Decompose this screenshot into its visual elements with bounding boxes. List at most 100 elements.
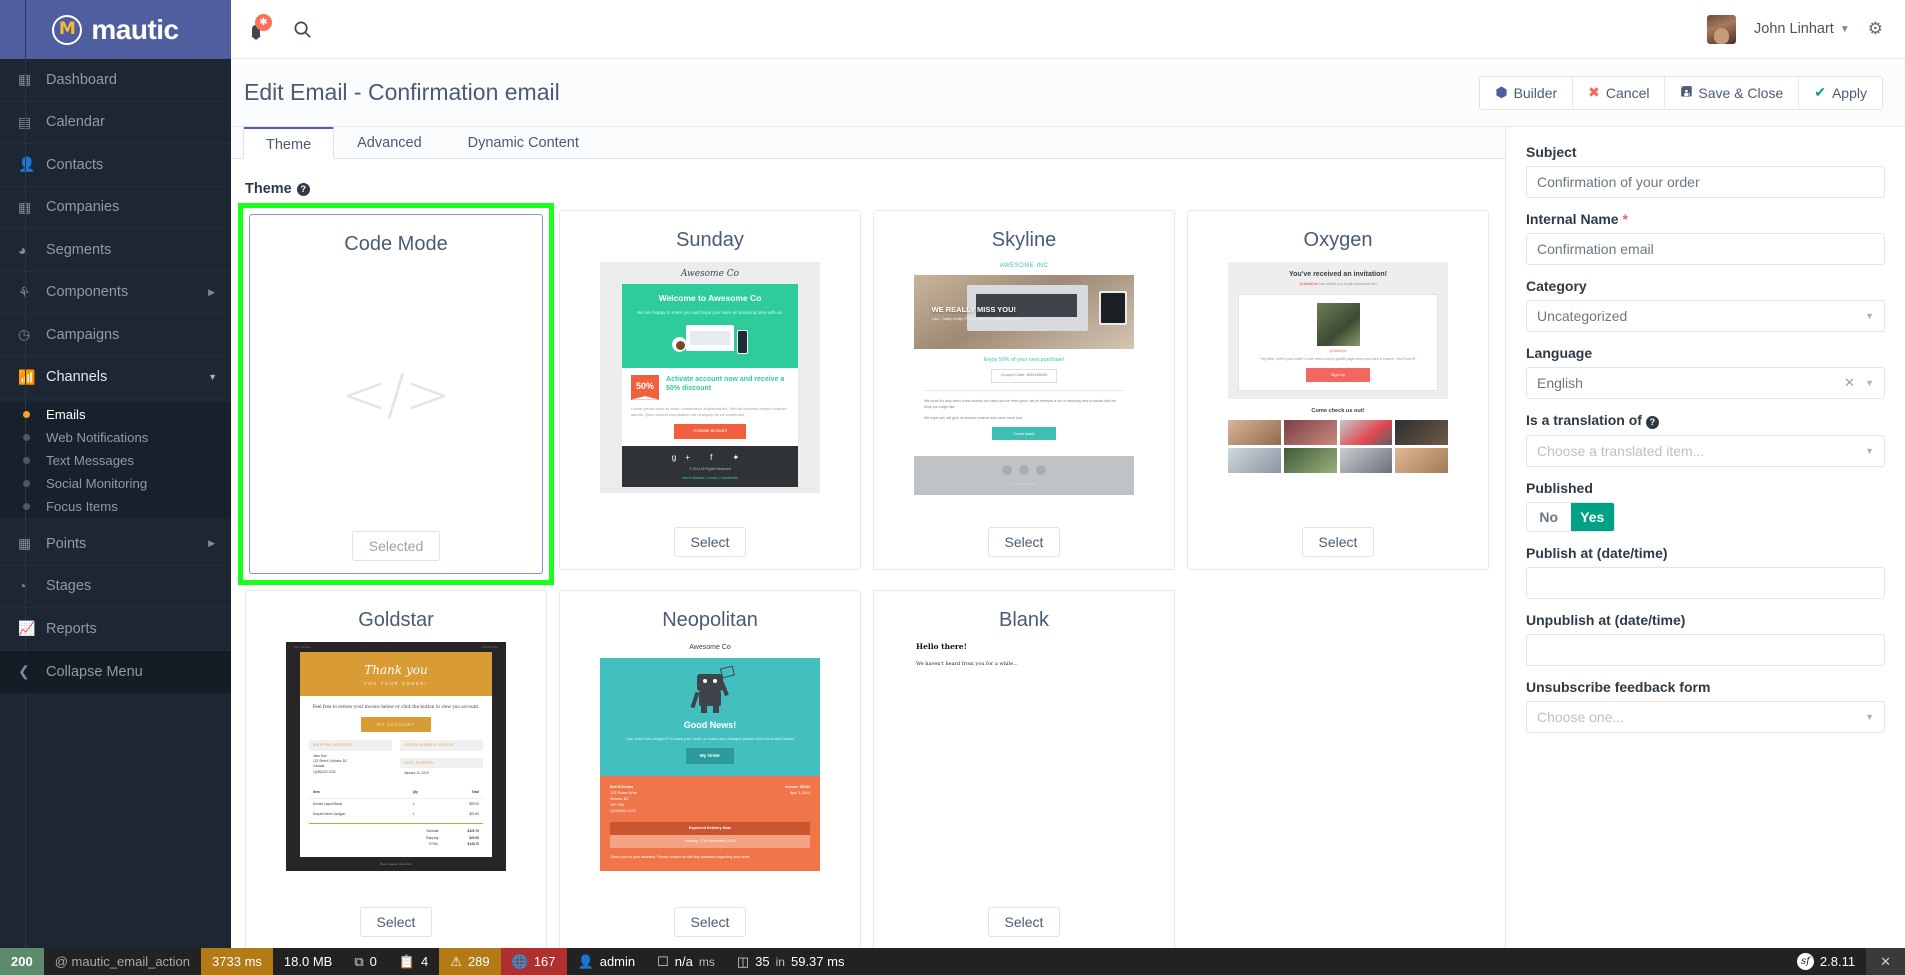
- tab-theme[interactable]: Theme: [243, 127, 335, 159]
- sidebar-item-focus-items[interactable]: Focus Items: [0, 495, 231, 518]
- chevron-down-icon[interactable]: ▼: [1840, 24, 1850, 35]
- close-icon: ✕: [1880, 953, 1891, 969]
- sidebar-item-contacts[interactable]: 👤 Contacts: [0, 144, 231, 187]
- sidebar-item-reports[interactable]: 📈 Reports: [0, 608, 231, 651]
- sidebar-item-text-messages[interactable]: Text Messages: [0, 449, 231, 472]
- tab-dynamic-content[interactable]: Dynamic Content: [445, 127, 602, 158]
- sidebar-item-dashboard[interactable]: ▦ Dashboard: [0, 59, 231, 102]
- theme-name: Neopolitan: [662, 609, 758, 631]
- twitter-icon: [1001, 465, 1012, 476]
- profiler-exceptions[interactable]: ⚠ 289: [439, 948, 501, 975]
- clipboard-count: 4: [421, 954, 429, 969]
- profiler-version[interactable]: sf 2.8.11: [1786, 948, 1866, 975]
- internal-name-input[interactable]: [1526, 233, 1885, 265]
- sidebar-item-calendar[interactable]: ▤ Calendar: [0, 102, 231, 144]
- topbar-right: John Linhart ▼ ⚙: [1707, 14, 1905, 44]
- category-value: Uncategorized: [1537, 308, 1628, 324]
- sidebar-item-label: Components: [46, 284, 129, 301]
- chevron-down-icon: ▼: [208, 372, 217, 383]
- profiler-memory[interactable]: 18.0 MB: [273, 948, 343, 975]
- theme-card-code-mode[interactable]: Code Mode </> Selected: [238, 203, 554, 585]
- profiler-close-button[interactable]: ✕: [1866, 948, 1905, 975]
- thumb-p1: We know it's only been a few months but …: [924, 398, 1116, 409]
- sidebar-item-social-monitoring[interactable]: Social Monitoring: [0, 472, 231, 495]
- search-icon[interactable]: [293, 20, 312, 39]
- profiler-database[interactable]: ◫ 35 in 59.37 ms: [726, 948, 856, 975]
- theme-select-button[interactable]: Select: [673, 907, 747, 937]
- clipboard-icon: 📋: [398, 953, 416, 969]
- collapse-menu-button[interactable]: ❮ Collapse Menu: [0, 650, 231, 693]
- profiler-render[interactable]: ☐ n/a ms: [646, 948, 726, 975]
- render-value: n/a: [674, 954, 693, 969]
- profiler-clipboard[interactable]: 📋 4: [388, 948, 439, 975]
- profiler-user[interactable]: 👤 admin: [567, 948, 647, 975]
- thumb-sub: Your order has shipped! To track your or…: [625, 735, 795, 741]
- published-yes-option[interactable]: Yes: [1570, 502, 1614, 531]
- profiler-route[interactable]: @ mautic_email_action: [44, 948, 201, 975]
- theme-select-button[interactable]: Select: [987, 907, 1061, 937]
- unpublish-at-input[interactable]: [1526, 633, 1885, 666]
- chevron-down-icon: ▼: [1865, 311, 1874, 321]
- sidebar-item-label: Campaigns: [46, 326, 120, 343]
- profiler-time[interactable]: 3733 ms: [201, 948, 273, 975]
- unsubscribe-form-select[interactable]: Choose one... ▼: [1526, 700, 1885, 733]
- gear-icon[interactable]: ⚙: [1868, 19, 1883, 39]
- theme-card-oxygen[interactable]: Oxygen You've received an invitation! @J…: [1181, 204, 1495, 584]
- profiler-forms[interactable]: ⧉ 0: [343, 948, 388, 975]
- thumb-addr: 123 Flower Drive Victoria, BC V9P 2E8 1(…: [610, 791, 638, 813]
- user-value: admin: [599, 954, 636, 969]
- brand-logo-area[interactable]: M mautic: [0, 0, 231, 59]
- save-and-close-button[interactable]: 🖪 Save & Close: [1665, 76, 1800, 109]
- sidebar-item-web-notifications[interactable]: Web Notifications: [0, 426, 231, 449]
- profiler-status[interactable]: 200: [0, 948, 44, 975]
- theme-select-button[interactable]: Select: [673, 527, 747, 557]
- sidebar-item-campaigns[interactable]: ◷ Campaigns: [0, 314, 231, 357]
- symfony-logo-icon: sf: [1796, 953, 1814, 970]
- theme-card-skyline[interactable]: Skyline AWESOME INC WE REALLY MISS YOU! …: [867, 204, 1181, 584]
- published-no-option[interactable]: No: [1527, 502, 1571, 531]
- cancel-button[interactable]: ✖ Cancel: [1573, 76, 1666, 109]
- field-subject: Subject: [1526, 144, 1885, 198]
- theme-select-button[interactable]: Select: [359, 907, 433, 937]
- notifications-button[interactable]: ✱: [249, 14, 272, 41]
- sidebar-item-segments[interactable]: ◕ Segments: [0, 229, 231, 272]
- chevron-left-icon: ❮: [18, 663, 30, 680]
- user-name[interactable]: John Linhart: [1754, 21, 1834, 37]
- sidebar-item-companies[interactable]: ▦ Companies: [0, 187, 231, 229]
- profiler-translations[interactable]: 🌐 167: [500, 948, 567, 975]
- theme-card-blank[interactable]: Blank Hello there! We haven't heard from…: [867, 584, 1181, 948]
- main-content: Theme Advanced Dynamic Content Theme ? C…: [231, 127, 1505, 948]
- language-select[interactable]: English ✕ ▼: [1526, 367, 1885, 399]
- avatar[interactable]: [1707, 14, 1737, 44]
- bullet-icon: [18, 480, 46, 487]
- thumb-quote: "Hey Bob, here's your invite! Come check…: [1259, 356, 1417, 361]
- col-qty: Qty: [412, 790, 418, 795]
- theme-select-button[interactable]: Select: [987, 527, 1061, 557]
- thumb-offer: Enjoy 50% of your next purchase!: [983, 357, 1065, 364]
- sidebar-item-stages[interactable]: ◔ Stages: [0, 566, 231, 608]
- sidebar-item-channels[interactable]: 📶 Channels ▼: [0, 356, 231, 399]
- thumb-intro: Feel free to review your invoice below o…: [312, 703, 480, 709]
- builder-button[interactable]: ⬢ Builder: [1480, 76, 1574, 109]
- subject-input[interactable]: [1526, 166, 1885, 198]
- theme-card-sunday[interactable]: Sunday Awesome Co Welcome to Awesome Co …: [553, 204, 867, 584]
- sidebar-item-emails[interactable]: Emails: [0, 403, 231, 426]
- theme-card-goldstar[interactable]: Goldstar Web Version Unsubscribe Thank y…: [239, 584, 553, 948]
- translation-select[interactable]: Choose a translated item... ▼: [1526, 434, 1885, 467]
- theme-select-button[interactable]: Select: [1301, 527, 1375, 557]
- sidebar-item-label: Web Notifications: [46, 430, 149, 445]
- help-icon[interactable]: ?: [296, 182, 310, 196]
- clear-icon[interactable]: ✕: [1844, 375, 1855, 391]
- sidebar-item-label: Emails: [46, 407, 86, 422]
- theme-card-neopolitan[interactable]: Neopolitan Awesome Co Good News! Your or…: [553, 584, 867, 948]
- theme-select-button[interactable]: Selected: [351, 531, 441, 561]
- help-icon[interactable]: ?: [1645, 415, 1659, 429]
- tab-advanced[interactable]: Advanced: [334, 127, 445, 158]
- sidebar-item-points[interactable]: ▦ Points ▶: [0, 523, 231, 566]
- category-select[interactable]: Uncategorized ▼: [1526, 300, 1885, 332]
- publish-at-input[interactable]: [1526, 566, 1885, 599]
- internal-name-label: Internal Name *: [1526, 211, 1628, 227]
- apply-button[interactable]: ✔ Apply: [1799, 76, 1882, 109]
- sidebar-item-components[interactable]: ⚘ Components ▶: [0, 272, 231, 314]
- contacts-icon: 👤: [18, 156, 36, 173]
